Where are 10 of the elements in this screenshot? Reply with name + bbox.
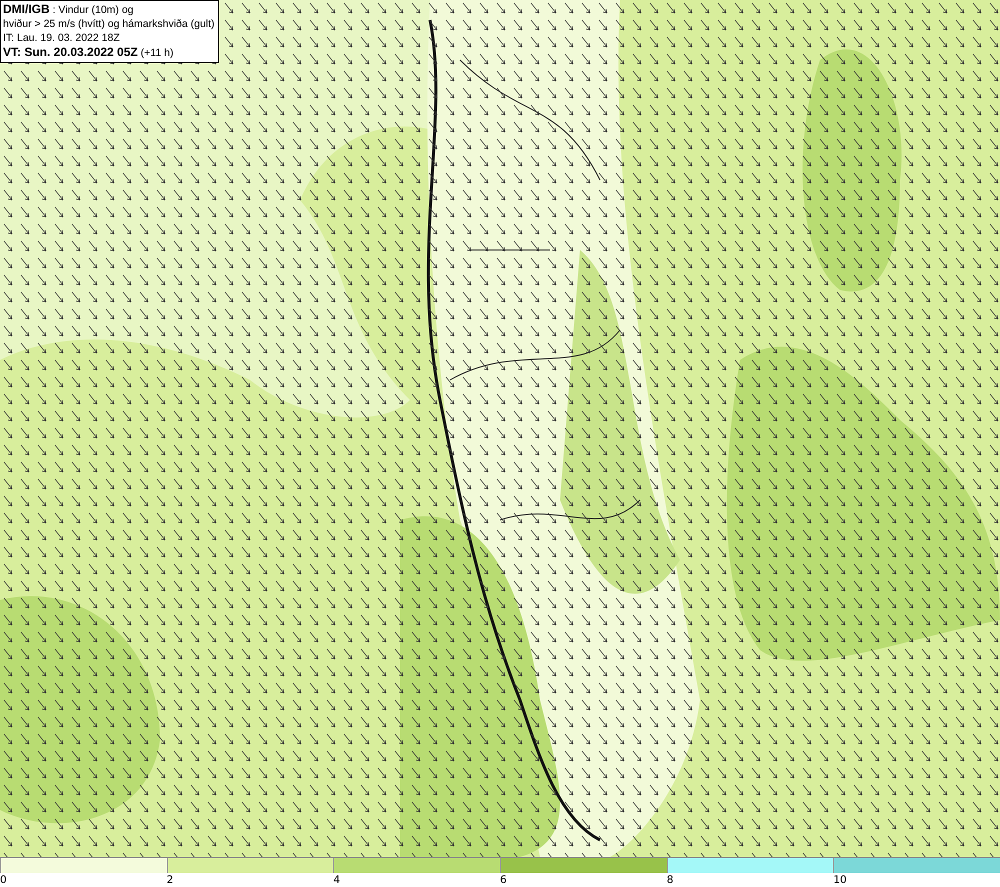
info-text: hviður > 25 m/s (hvítt) og hámarkshviða (gult) bbox=[3, 17, 215, 31]
legend-label: 4 bbox=[333, 874, 340, 886]
legend-label: 2 bbox=[166, 874, 174, 886]
info-text: DMI/IGB : Vindur (10m) og bbox=[3, 2, 135, 17]
info-text: VT: Sun. 20.03.2022 05Z (+11 h) bbox=[3, 45, 174, 60]
info-text: IT: Lau. 19. 03. 2022 18Z bbox=[3, 31, 121, 45]
legend-label: 0 bbox=[0, 874, 7, 886]
legend-label: 10 bbox=[833, 874, 847, 886]
legend-label: 8 bbox=[666, 874, 674, 886]
legend-label: 6 bbox=[500, 874, 507, 886]
